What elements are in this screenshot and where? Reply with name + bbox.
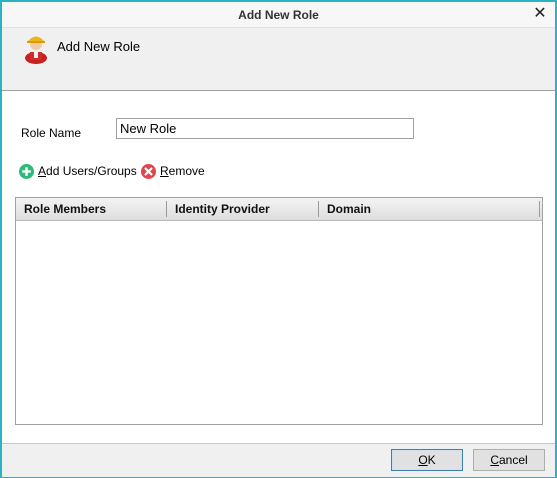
dialog-footer: OK Cancel xyxy=(2,443,555,477)
page-title: Add New Role xyxy=(57,39,141,54)
close-icon[interactable]: ✕ xyxy=(531,4,549,24)
dialog-header: Add New Role xyxy=(2,28,555,90)
column-header-identity-provider[interactable]: Identity Provider xyxy=(167,198,319,220)
table-header: Role Members Identity Provider Domain xyxy=(16,198,542,221)
remove-label: Remove xyxy=(160,164,205,178)
role-name-label: Role Name xyxy=(21,126,82,140)
ok-button[interactable]: OK xyxy=(391,449,463,471)
window-title: Add New Role xyxy=(238,8,319,22)
add-users-groups-button[interactable]: Add Users/Groups xyxy=(19,163,137,179)
add-label-rest: dd Users/Groups xyxy=(46,164,137,178)
column-header-domain[interactable]: Domain xyxy=(319,198,539,220)
dialog-body: Role Name Add Users/Groups Remove Role M… xyxy=(2,91,555,443)
cancel-accelerator: C xyxy=(490,453,499,467)
add-users-groups-label: Add Users/Groups xyxy=(38,164,137,178)
column-header-role-members[interactable]: Role Members xyxy=(16,198,167,220)
title-bar[interactable]: Add New Role ✕ xyxy=(2,2,555,28)
remove-button[interactable]: Remove xyxy=(141,163,205,179)
add-new-role-dialog: Add New Role ✕ Add New Role Role Name Ad… xyxy=(0,0,557,478)
remove-accelerator: R xyxy=(160,164,169,178)
ok-accelerator: O xyxy=(418,453,428,467)
user-role-icon xyxy=(25,36,47,64)
add-accelerator: A xyxy=(38,164,47,178)
plus-circle-icon xyxy=(19,163,34,179)
x-circle-icon xyxy=(141,163,156,179)
ok-label-rest: K xyxy=(427,453,436,467)
role-members-table[interactable]: Role Members Identity Provider Domain xyxy=(15,197,543,425)
role-name-input[interactable] xyxy=(116,118,414,139)
cancel-label-rest: ancel xyxy=(498,453,528,467)
column-divider[interactable] xyxy=(539,201,540,217)
cancel-button[interactable]: Cancel xyxy=(473,449,545,471)
remove-label-rest: emove xyxy=(168,164,205,178)
